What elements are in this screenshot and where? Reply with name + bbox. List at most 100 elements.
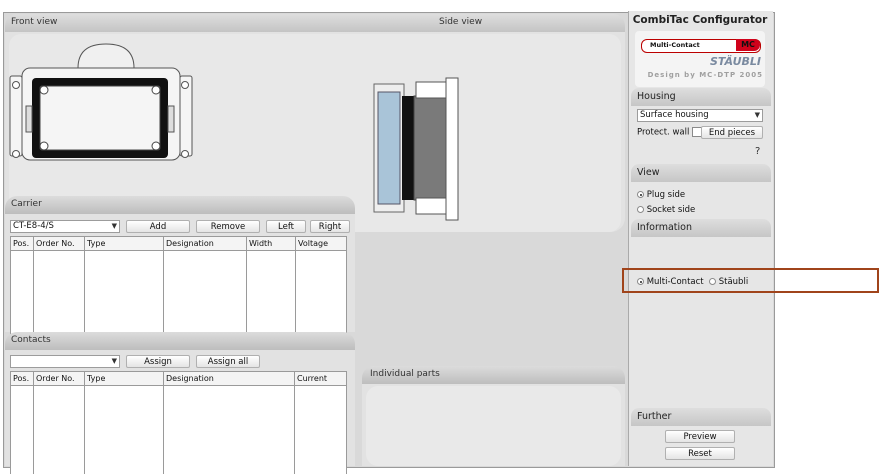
housing-header: Housing: [631, 88, 771, 106]
design-credit: Design by MC-DTP 2005: [648, 71, 763, 79]
view-title: View: [637, 167, 660, 178]
socket-side-label: Socket side: [647, 205, 696, 215]
reset-button[interactable]: Reset: [665, 447, 735, 460]
carrier-table: Pos. Order No. Type Designation Width Vo…: [10, 236, 347, 339]
side-blue-body: [378, 92, 400, 204]
move-left-button[interactable]: Left: [266, 220, 306, 233]
socket-side-option[interactable]: Socket side: [637, 205, 695, 215]
individual-parts-header: Individual parts: [362, 366, 625, 384]
contacts-title: Contacts: [11, 335, 51, 345]
view-panel-header: Front view Side view: [5, 14, 625, 32]
mount-hole-tr: [182, 82, 189, 89]
remove-carrier-button[interactable]: Remove: [196, 220, 260, 233]
further-title: Further: [637, 411, 671, 422]
housing-top-clip: [78, 44, 134, 68]
socket-side-radio[interactable]: [637, 206, 644, 213]
side-view-title: Side view: [439, 17, 482, 27]
carrier-table-header: Pos. Order No. Type Designation Width Vo…: [11, 237, 347, 251]
cell: [247, 251, 296, 340]
carrier-header: Carrier: [5, 196, 355, 214]
end-pieces-button[interactable]: End pieces: [701, 126, 763, 139]
cell: [164, 386, 295, 474]
cell: [85, 386, 164, 474]
frame-screw-bl: [40, 142, 48, 150]
mount-hole-tl: [13, 82, 20, 89]
individual-parts-title: Individual parts: [370, 369, 440, 379]
cell: [11, 251, 34, 340]
chevron-down-icon: ▼: [112, 356, 117, 367]
frame-screw-br: [152, 142, 160, 150]
plug-side-option[interactable]: Plug side: [637, 190, 685, 200]
housing-select[interactable]: Surface housing ▼: [637, 109, 763, 122]
information-header: Information: [631, 219, 771, 237]
view-header: View: [631, 164, 771, 182]
latch-right: [168, 106, 174, 132]
help-icon[interactable]: ?: [755, 146, 760, 157]
frame-screw-tr: [152, 86, 160, 94]
col-order-no: Order No.: [34, 372, 85, 386]
carrier-title: Carrier: [11, 199, 42, 209]
chevron-down-icon: ▼: [112, 221, 117, 232]
add-carrier-button[interactable]: Add: [126, 220, 190, 233]
front-view-drawing: [8, 40, 193, 170]
cell: [85, 251, 164, 340]
protect-wall-label: Protect. wall: [637, 127, 702, 138]
highlight-box: [622, 268, 879, 293]
cell: [164, 251, 247, 340]
chevron-down-icon: ▼: [755, 110, 760, 121]
col-pos: Pos.: [11, 237, 34, 251]
cell: [295, 386, 347, 474]
col-order-no: Order No.: [34, 237, 85, 251]
plug-side-label: Plug side: [647, 190, 685, 200]
individual-parts-body: [366, 386, 621, 466]
information-title: Information: [637, 222, 692, 233]
col-designation: Designation: [164, 372, 295, 386]
col-voltage: Voltage: [296, 237, 347, 251]
individual-parts-panel: Individual parts: [362, 366, 625, 466]
carrier-select-value: CT-E8-4/S: [13, 221, 54, 231]
configurator-sidebar: CombiTac Configurator Multi-Contact MC S…: [628, 11, 773, 466]
cell: [11, 386, 34, 474]
latch-left: [26, 106, 32, 132]
col-type: Type: [85, 237, 164, 251]
protect-wall-text: Protect. wall: [637, 128, 689, 138]
cell: [34, 251, 85, 340]
multi-contact-logo: Multi-Contact MC: [641, 39, 761, 53]
further-header: Further: [631, 408, 771, 426]
contacts-table-header: Pos. Order No. Type Designation Current: [11, 372, 347, 386]
configurator-title: CombiTac Configurator: [629, 14, 771, 26]
side-black-seal: [402, 96, 414, 200]
carrier-table-body: [11, 251, 347, 340]
contacts-select[interactable]: ▼: [10, 355, 120, 368]
side-back-plate: [446, 78, 458, 220]
brand-logo-box: Multi-Contact MC STÄUBLI Design by MC-DT…: [635, 31, 765, 87]
contacts-table: Pos. Order No. Type Designation Current: [10, 371, 347, 474]
frame-screw-tl: [40, 86, 48, 94]
side-view-drawing: [368, 74, 468, 224]
cell: [34, 386, 85, 474]
move-right-button[interactable]: Right: [310, 220, 350, 233]
col-pos: Pos.: [11, 372, 34, 386]
housing-title: Housing: [637, 91, 676, 102]
contacts-table-body: [11, 386, 347, 474]
multi-contact-logo-text: Multi-Contact: [650, 41, 700, 49]
frame-opening: [40, 86, 160, 150]
plug-side-radio[interactable]: [637, 191, 644, 198]
col-width: Width: [247, 237, 296, 251]
assign-button[interactable]: Assign: [126, 355, 190, 368]
preview-button[interactable]: Preview: [665, 430, 735, 443]
side-grey-body: [414, 96, 446, 200]
cell: [296, 251, 347, 340]
col-type: Type: [85, 372, 164, 386]
mount-hole-br: [182, 151, 189, 158]
housing-select-value: Surface housing: [640, 110, 709, 120]
col-designation: Designation: [164, 237, 247, 251]
carrier-select[interactable]: CT-E8-4/S ▼: [10, 220, 120, 233]
col-current: Current: [295, 372, 347, 386]
assign-all-button[interactable]: Assign all: [196, 355, 260, 368]
mc-logo-badge: MC: [736, 39, 760, 51]
front-view-title: Front view: [11, 17, 57, 27]
contacts-header: Contacts: [5, 332, 355, 350]
staubli-logo: STÄUBLI: [710, 55, 761, 68]
mount-hole-bl: [13, 151, 20, 158]
